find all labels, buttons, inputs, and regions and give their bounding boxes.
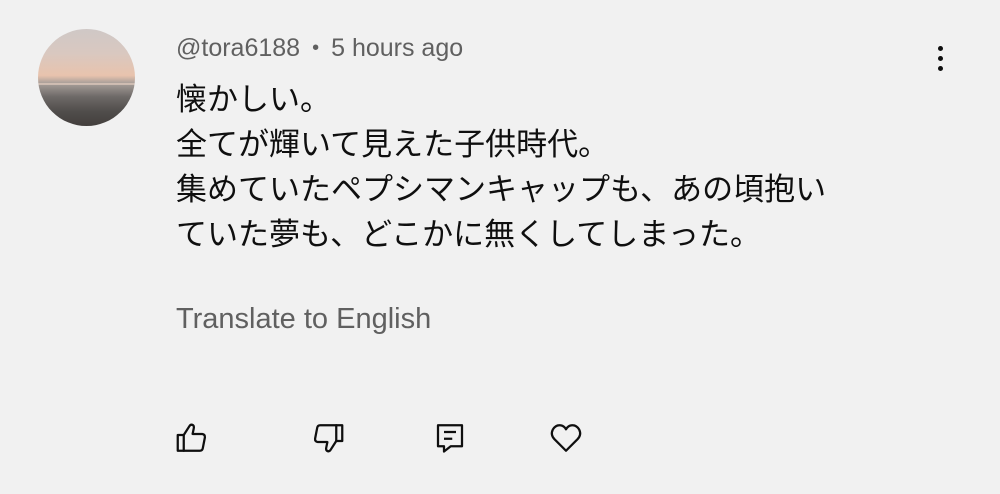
comment-line: ていた夢も、どこかに無くしてしまった。 bbox=[176, 217, 761, 253]
header-separator: • bbox=[312, 36, 320, 59]
reply-button[interactable] bbox=[428, 416, 472, 460]
comment-actions bbox=[0, 416, 1000, 460]
more-vertical-icon[interactable] bbox=[922, 40, 958, 76]
dislike-button[interactable] bbox=[306, 416, 350, 460]
comment-text: 懐かしい。 全てが輝いて見えた子供時代。 集めていたペプシマンキャップも、あの頃… bbox=[176, 78, 936, 258]
thumbs-down-icon bbox=[313, 424, 344, 453]
comment-line: 懐かしい。 bbox=[176, 82, 331, 118]
menu-dot bbox=[937, 65, 943, 71]
translate-button[interactable]: Translate to English bbox=[176, 303, 431, 336]
author-name[interactable]: @tora6188 bbox=[176, 34, 300, 63]
menu-dot bbox=[937, 45, 943, 51]
heart-button[interactable] bbox=[544, 416, 588, 460]
comment-timestamp[interactable]: 5 hours ago bbox=[331, 34, 463, 63]
thumbs-up-icon bbox=[176, 423, 207, 452]
comment-line: 集めていたペプシマンキャップも、あの頃抱い bbox=[176, 172, 827, 208]
menu-dot bbox=[937, 55, 943, 61]
comment-card: @tora6188 • 5 hours ago 懐かしい。 全てが輝いて見えた子… bbox=[0, 0, 1000, 494]
comment-header: @tora6188 • 5 hours ago bbox=[176, 30, 463, 66]
like-button[interactable] bbox=[170, 416, 214, 460]
avatar[interactable] bbox=[38, 29, 135, 126]
comment-line: 全てが輝いて見えた子供時代。 bbox=[176, 127, 610, 163]
heart-icon bbox=[550, 424, 582, 452]
reply-comment-icon bbox=[436, 424, 464, 453]
